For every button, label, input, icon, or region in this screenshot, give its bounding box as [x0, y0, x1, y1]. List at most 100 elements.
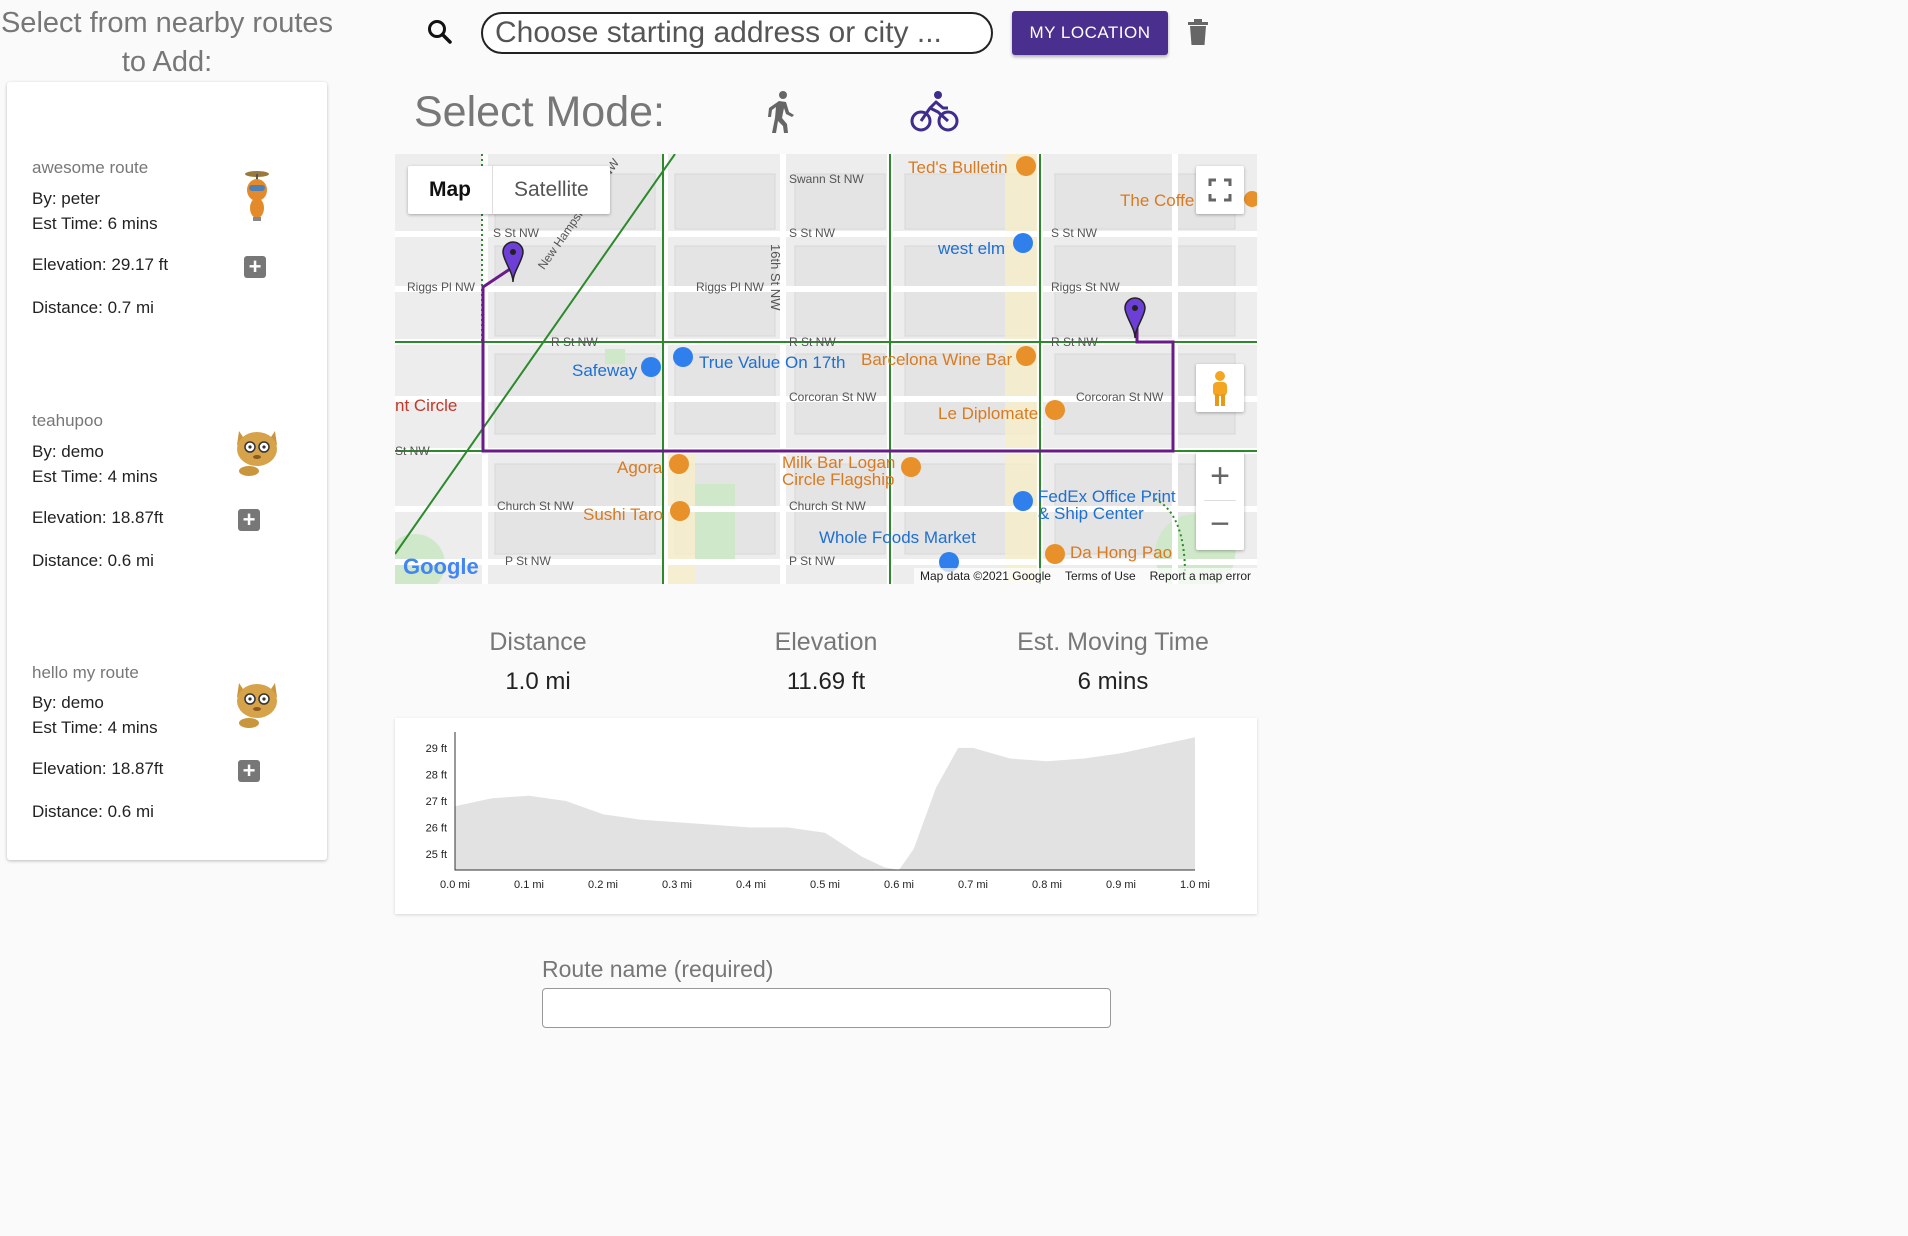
distance-value: 1.0 mi — [505, 668, 571, 695]
street-label: P St NW — [505, 554, 551, 568]
poi-label: Safeway — [572, 361, 638, 380]
y-tick-label: 29 ft — [426, 743, 447, 755]
street-label: Riggs Pl NW — [696, 280, 765, 294]
my-location-button[interactable]: MY LOCATION — [1012, 11, 1168, 55]
elevation-area — [455, 737, 1195, 870]
street-label: 16th St NW — [768, 244, 783, 311]
tab-satellite[interactable]: Satellite — [493, 166, 610, 214]
add-route-button[interactable]: + — [244, 256, 266, 278]
pegman-icon — [1213, 371, 1227, 406]
poi-label: Milk Bar Logan Circle Flagship — [782, 453, 896, 489]
route-est-time: Est Time: 4 mins — [32, 467, 158, 486]
x-tick-label: 0.8 mi — [1032, 879, 1062, 891]
street-label: Swann St NW — [789, 172, 864, 186]
elevation-chart-svg: 29 ft 28 ft 27 ft 26 ft 25 ft 0.0 mi 0.1 mi 0.2… — [426, 732, 1210, 891]
zoom-control: + − — [1196, 452, 1244, 550]
route-distance: Distance: 0.7 mi — [32, 298, 154, 317]
starting-address-input[interactable] — [481, 12, 993, 54]
route-est-time: Est Time: 4 mins — [32, 718, 158, 737]
poi-label: The Coffe — [1120, 191, 1195, 210]
map-type-toggle: Map Satellite — [408, 166, 610, 214]
y-tick-label: 26 ft — [426, 823, 447, 835]
y-tick-label: 27 ft — [426, 796, 447, 808]
route-name: teahupoo — [32, 411, 103, 430]
street-label: Corcoran St NW — [1076, 390, 1164, 404]
poi-label: Agora — [617, 458, 663, 477]
route-name: hello my route — [32, 663, 139, 682]
poi-label: Whole Foods Market — [819, 528, 976, 547]
zoom-out-button[interactable]: − — [1196, 501, 1244, 549]
route-card-awesome-route[interactable]: awesome route By: peter Est Time: 6 mins… — [7, 158, 327, 358]
route-elevation: Elevation: 18.87ft — [32, 759, 164, 778]
route-card-teahupoo[interactable]: teahupoo By: demo Est Time: 4 mins Eleva… — [7, 411, 327, 611]
search-icon[interactable] — [426, 18, 454, 46]
select-mode-label: Select Mode: — [414, 88, 665, 136]
elevation-chart: 29 ft 28 ft 27 ft 26 ft 25 ft 0.0 mi 0.1 mi 0.2… — [395, 718, 1257, 914]
street-label: S St NW — [493, 226, 540, 240]
x-tick-label: 0.0 mi — [440, 879, 470, 891]
route-name-input[interactable] — [542, 988, 1111, 1028]
street-label: R St NW — [1051, 335, 1098, 349]
zoom-in-button[interactable]: + — [1196, 452, 1244, 500]
report-map-error-link[interactable]: Report a map error — [1150, 569, 1251, 583]
street-label: R St NW — [789, 335, 836, 349]
route-elevation: Elevation: 29.17 ft — [32, 255, 169, 274]
street-label: nt Circle — [395, 396, 458, 415]
poi-label: Da Hong Pao — [1070, 543, 1173, 562]
x-tick-label: 0.9 mi — [1106, 879, 1136, 891]
route-card-hello-my-route[interactable]: hello my route By: demo Est Time: 4 mins… — [7, 663, 327, 863]
route-name-label: Route name (required) — [542, 956, 774, 982]
route-distance: Distance: 0.6 mi — [32, 551, 154, 570]
route-author: By: peter — [32, 189, 101, 208]
moving-time-value: 6 mins — [1077, 668, 1149, 695]
distance-label: Distance — [489, 628, 587, 656]
walk-icon[interactable] — [764, 90, 798, 134]
trash-icon[interactable] — [1186, 18, 1210, 46]
route-author: By: demo — [32, 442, 104, 461]
elevation-label: Elevation — [774, 628, 878, 656]
x-tick-label: 0.1 mi — [514, 879, 544, 891]
route-est-time: Est Time: 6 mins — [32, 214, 158, 233]
y-tick-label: 28 ft — [426, 769, 447, 781]
poi-label: True Value On 17th — [699, 353, 846, 372]
street-label: Church St NW — [497, 499, 574, 513]
street-label: P St NW — [789, 554, 835, 568]
robot-avatar-icon — [245, 171, 269, 221]
cat-avatar-icon — [237, 683, 277, 728]
x-tick-label: 0.7 mi — [958, 879, 988, 891]
google-logo: Google — [403, 554, 479, 579]
fullscreen-icon — [1208, 178, 1232, 202]
street-view-button[interactable] — [1196, 364, 1244, 412]
route-distance: Distance: 0.6 mi — [32, 802, 154, 821]
x-tick-label: 0.3 mi — [662, 879, 692, 891]
poi-label: west elm — [938, 239, 1006, 258]
street-label: St NW — [395, 444, 430, 458]
poi-label: Le Diplomate — [938, 404, 1039, 423]
sidebar-title: Select from nearby routes to Add: — [0, 7, 334, 78]
street-label: S St NW — [789, 226, 836, 240]
add-route-button[interactable]: + — [238, 509, 260, 531]
bike-icon[interactable] — [910, 90, 960, 134]
poi-label: Barcelona Wine Bar — [861, 350, 1013, 369]
street-label: R St NW — [551, 335, 598, 349]
street-label: Riggs St NW — [1051, 280, 1120, 294]
terms-of-use-link[interactable]: Terms of Use — [1065, 569, 1136, 583]
poi-label: Sushi Taro — [583, 505, 664, 524]
x-tick-label: 0.5 mi — [810, 879, 840, 891]
route-elevation: Elevation: 18.87ft — [32, 508, 164, 527]
elevation-value: 11.69 ft — [786, 668, 866, 695]
map-footer: Map data ©2021 Google Terms of Use Repor… — [914, 568, 1257, 584]
street-label: Corcoran St NW — [789, 390, 877, 404]
route-name: awesome route — [32, 158, 149, 177]
tab-map[interactable]: Map — [408, 166, 493, 214]
route-map[interactable]: Swann St NW S St NW S St NW S St NW Rigg… — [395, 154, 1257, 584]
nearby-routes-panel: awesome route By: peter Est Time: 6 mins… — [7, 82, 327, 860]
add-route-button[interactable]: + — [238, 760, 260, 782]
moving-time-label: Est. Moving Time — [1017, 628, 1209, 656]
x-tick-label: 1.0 mi — [1180, 879, 1210, 891]
fullscreen-button[interactable] — [1196, 166, 1244, 214]
x-tick-label: 0.6 mi — [884, 879, 914, 891]
street-label: Church St NW — [789, 499, 866, 513]
x-tick-label: 0.2 mi — [588, 879, 618, 891]
y-tick-label: 25 ft — [426, 849, 447, 861]
